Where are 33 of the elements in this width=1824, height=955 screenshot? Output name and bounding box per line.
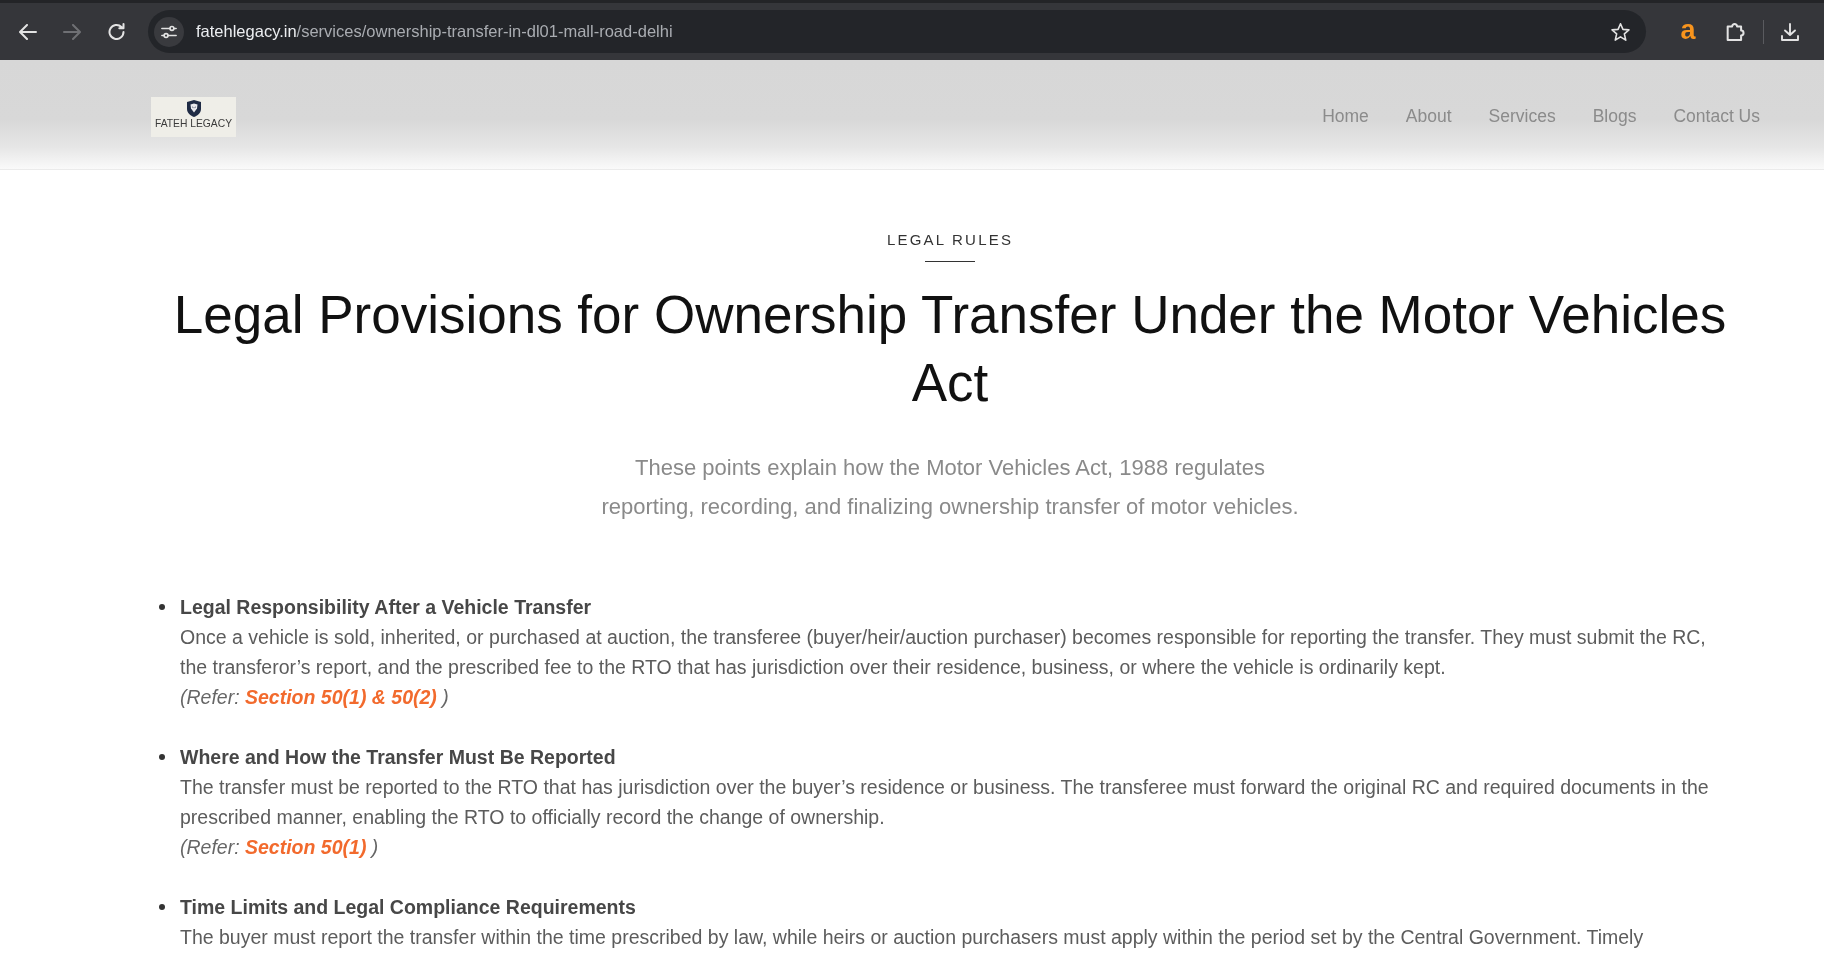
- point-heading: Time Limits and Legal Compliance Requirements: [180, 895, 637, 920]
- url-text: fatehlegacy.in/services/ownership-transfer-in-dl01-mall-road-delhi: [196, 22, 673, 41]
- bullet-icon: [159, 904, 165, 910]
- point-heading: Legal Responsibility After a Vehicle Transfer: [180, 595, 593, 620]
- section-label: LEGAL RULES: [886, 230, 1014, 250]
- logo-text: FATEH LEGACY: [154, 117, 233, 130]
- nav-link[interactable]: Home: [1322, 106, 1369, 127]
- puzzle-icon: [1725, 22, 1745, 41]
- point-heading: Where and How the Transfer Must Be Reported: [180, 745, 617, 770]
- bullet-icon: [159, 754, 165, 760]
- sliders-icon: [161, 24, 177, 39]
- right-arrow-icon: [63, 23, 81, 40]
- intro-text: These points explain how the Motor Vehicles Act, 1988 regulates reporting, recording, and finalizing ownership transfer of motor vehicles.: [600, 454, 1300, 521]
- nav-link[interactable]: Services: [1488, 106, 1556, 127]
- reference-text: (Refer: Section 50(1) & 50(2) ): [180, 685, 450, 710]
- point-text: The transfer must be reported to the RTO that has jurisdiction over the buyer’s residence or business. The transferee must forward the original RC and required documents in the prescribed manner, enabling the RTO to officially record the change of ownership.: [180, 775, 1710, 830]
- star-icon: [1610, 22, 1630, 41]
- nav-link[interactable]: Contact Us: [1673, 106, 1760, 127]
- point-text: Once a vehicle is sold, inherited, or purchased at auction, the transferee (buyer/heir/auction purchaser) becomes responsible for reporting the transfer. They must submit the RC, the transferor’s report, and the prescribed fee to the RTO that has jurisdiction over their residence, business, or where the vehicle is ordinarily kept.: [180, 625, 1707, 680]
- reference-text: (Refer: Section 50(1) ): [180, 835, 380, 860]
- nav-link[interactable]: Blogs: [1592, 106, 1637, 127]
- bullet-icon: [159, 604, 165, 610]
- point-text: The buyer must report the transfer within the time prescribed by law, while heirs or auction purchasers must apply within the period set by the Central Government. Timely: [180, 925, 1645, 950]
- left-arrow-icon: [19, 23, 37, 40]
- download-icon: [1781, 22, 1799, 41]
- shield-icon: [186, 99, 201, 117]
- address-bar[interactable]: fatehlegacy.in/services/ownership-transfer-in-dl01-mall-road-delhi: [148, 10, 1646, 53]
- logo[interactable]: FATEH LEGACY: [151, 96, 236, 137]
- page-title: Legal Provisions for Ownership Transfer Under the Motor Vehicles Act: [172, 284, 1728, 414]
- extension-button[interactable]: a: [1670, 13, 1706, 50]
- nav-link[interactable]: About: [1405, 106, 1452, 127]
- site-info-button[interactable]: [154, 16, 184, 47]
- reload-icon: [107, 23, 125, 40]
